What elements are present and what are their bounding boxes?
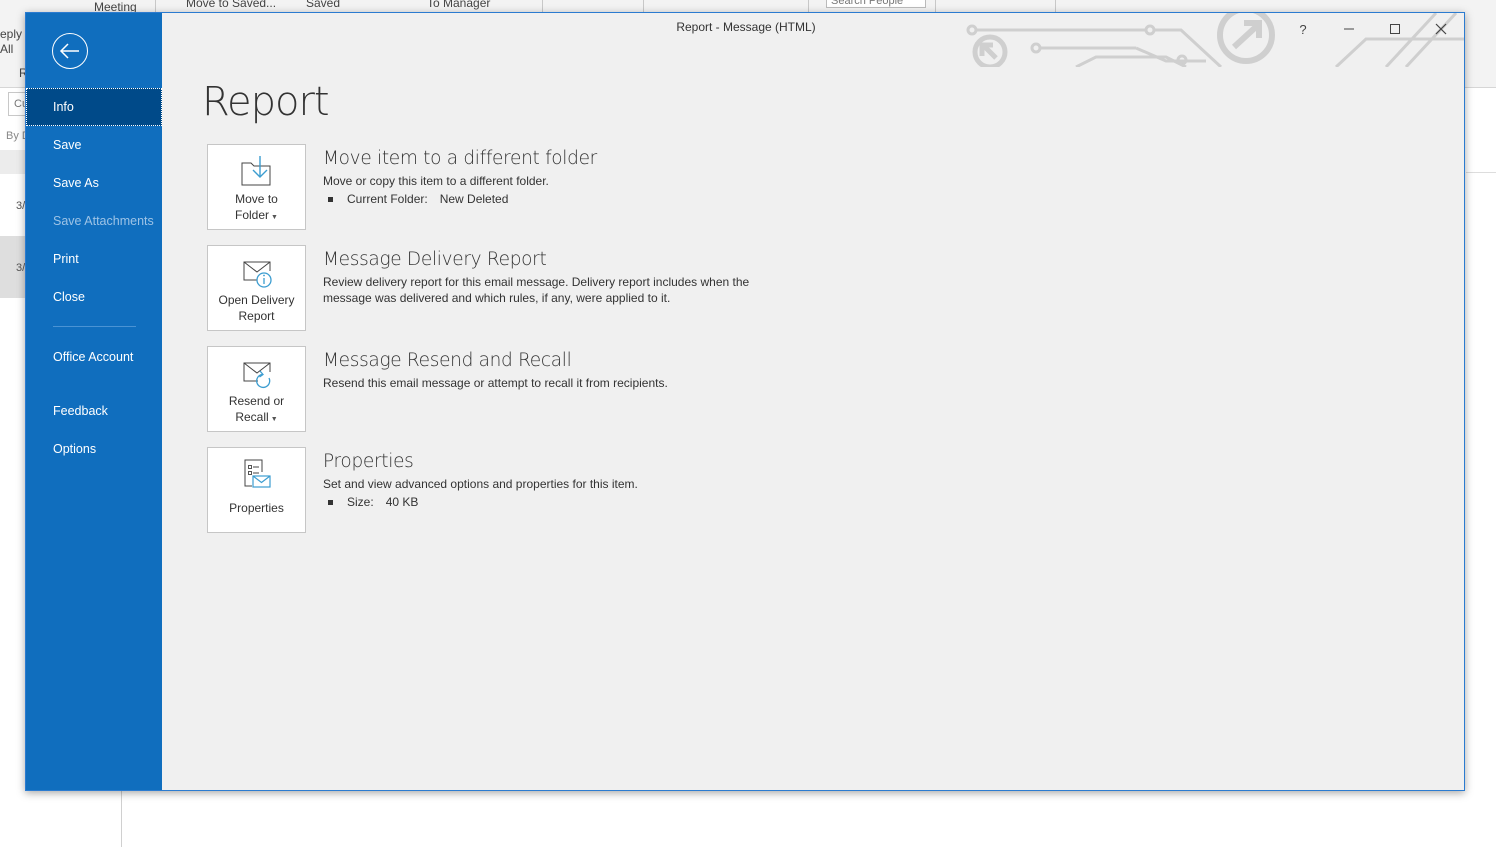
- properties-button[interactable]: Properties: [207, 447, 306, 533]
- properties-section: Properties Properties Set and view advan…: [207, 447, 1107, 533]
- resend-or-recall-label: Resend or Recall ▼: [228, 394, 285, 424]
- section-title: Properties: [323, 451, 414, 472]
- ribbon-fragment: eply: [0, 27, 23, 41]
- properties-icon: [244, 459, 271, 488]
- nav-item-save[interactable]: Save: [26, 126, 162, 164]
- nav-item-info[interactable]: Info: [26, 88, 162, 126]
- size-label: Size:: [347, 495, 374, 509]
- move-to-folder-label: Move to Folder ▼: [235, 192, 278, 222]
- size-value: 40 KB: [385, 495, 419, 509]
- delivery-report-icon: [243, 261, 272, 288]
- dropdown-caret-icon: ▼: [271, 214, 278, 221]
- nav-divider: [53, 326, 136, 327]
- section-description: Set and view advanced options and proper…: [323, 477, 638, 491]
- resend-recall-section: Resend or Recall ▼ Message Resend and Rec…: [207, 346, 1107, 432]
- delivery-report-section: Open Delivery Report Message Delivery Re…: [207, 245, 1107, 331]
- nav-item-options[interactable]: Options: [26, 430, 162, 468]
- section-title: Message Delivery Report: [323, 249, 547, 270]
- backstage-nav: Info Save Save As Save Attachments Print…: [26, 13, 162, 790]
- ribbon-fragment[interactable]: To Manager: [427, 0, 490, 10]
- resend-recall-icon: [243, 362, 270, 388]
- ribbon-fragment: All: [0, 42, 14, 56]
- dropdown-caret-icon: ▼: [270, 416, 278, 423]
- window-title: Report - Message (HTML): [676, 20, 816, 34]
- reading-pane-divider: [1466, 172, 1496, 173]
- section-description: Move or copy this item to a different fo…: [323, 174, 549, 188]
- nav-item-close[interactable]: Close: [26, 278, 162, 316]
- maximize-button[interactable]: [1372, 17, 1418, 41]
- section-title: Move item to a different folder: [323, 148, 597, 169]
- minimize-button[interactable]: [1326, 17, 1372, 41]
- minimize-icon: [1344, 28, 1354, 30]
- open-delivery-report-button[interactable]: Open Delivery Report: [207, 245, 306, 331]
- current-folder-label: Current Folder:: [347, 192, 428, 206]
- nav-item-save-attachments[interactable]: Save Attachments: [26, 202, 162, 240]
- move-to-folder-icon: [241, 156, 270, 186]
- close-icon: [1435, 23, 1447, 35]
- help-icon: ?: [1299, 21, 1307, 37]
- bullet-icon: [328, 499, 333, 505]
- nav-item-save-as[interactable]: Save As: [26, 164, 162, 202]
- move-to-folder-button[interactable]: Move to Folder ▼: [207, 144, 306, 230]
- current-folder-value: New Deleted: [439, 192, 509, 206]
- open-delivery-report-label: Open Delivery Report: [218, 293, 295, 323]
- resend-or-recall-button[interactable]: Resend or Recall ▼: [207, 346, 306, 432]
- move-folder-section: Move to Folder ▼ Move item to a different…: [207, 144, 1107, 230]
- section-description: Resend this email message or attempt to …: [323, 376, 668, 390]
- section-description: Review delivery report for this email me…: [323, 275, 750, 305]
- nav-item-feedback[interactable]: Feedback: [26, 392, 162, 430]
- search-people-input[interactable]: Search People: [826, 0, 926, 8]
- ribbon-fragment[interactable]: Saved: [306, 0, 340, 10]
- back-arrow-icon: [59, 43, 79, 59]
- nav-item-office-account[interactable]: Office Account: [26, 346, 136, 384]
- help-button[interactable]: ?: [1280, 17, 1326, 41]
- backstage-window: Report - Message (HTML) ? Info Save Save…: [25, 12, 1465, 791]
- properties-label: Properties: [229, 501, 284, 515]
- section-title: Message Resend and Recall: [323, 350, 572, 371]
- page-title: Report: [202, 79, 330, 125]
- size-info: Size: 40 KB: [323, 495, 753, 509]
- nav-item-print[interactable]: Print: [26, 240, 162, 278]
- maximize-icon: [1390, 24, 1400, 34]
- close-window-button[interactable]: [1418, 17, 1464, 41]
- ribbon-fragment[interactable]: Move to Saved...: [186, 0, 276, 10]
- current-folder-info: Current Folder: New Deleted: [323, 192, 753, 206]
- bullet-icon: [328, 196, 333, 202]
- back-button[interactable]: [52, 33, 88, 69]
